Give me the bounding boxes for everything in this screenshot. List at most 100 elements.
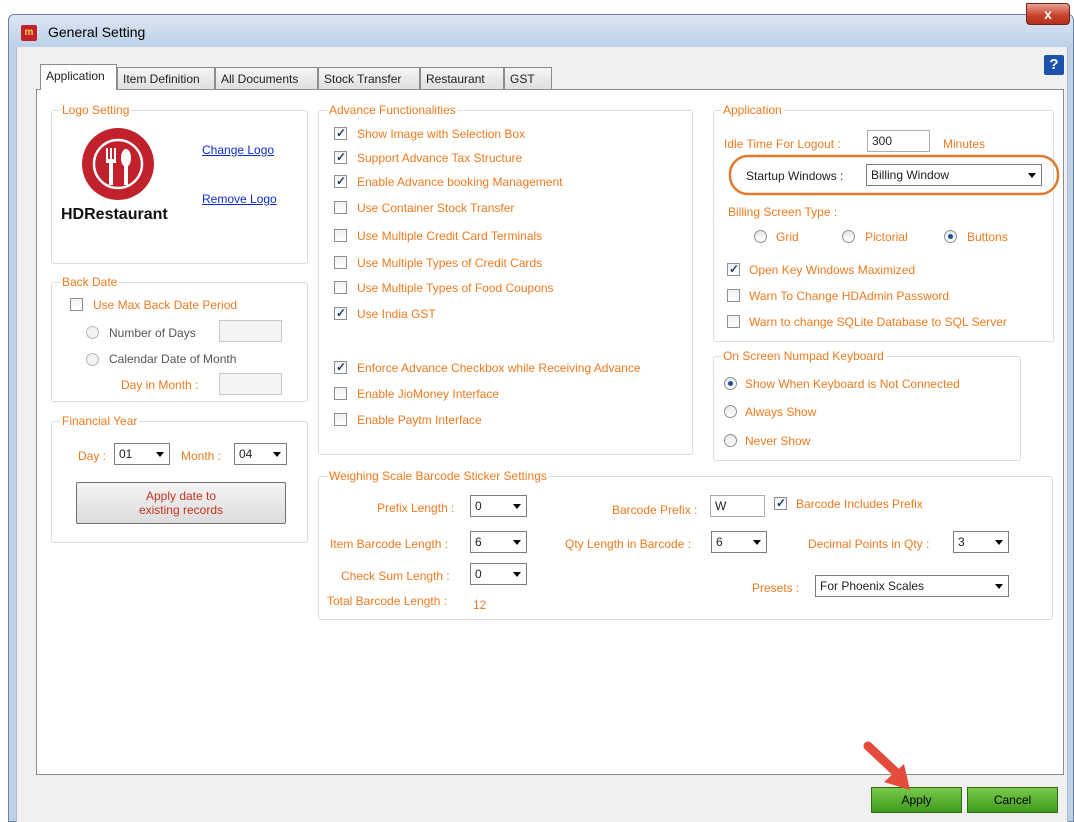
numpad-always-label: Always Show: [745, 405, 817, 419]
warn-hdadmin-checkbox[interactable]: [727, 289, 740, 302]
billing-screen-type-label: Billing Screen Type :: [728, 205, 838, 219]
title-bar[interactable]: [9, 15, 1073, 47]
close-button[interactable]: x: [1026, 3, 1070, 25]
restaurant-logo-icon: [82, 128, 154, 200]
item-barcode-length-select[interactable]: 6: [470, 531, 527, 553]
prefix-length-label: Prefix Length :: [377, 501, 455, 515]
open-key-maximized-label: Open Key Windows Maximized: [749, 263, 916, 277]
calendar-date-label: Calendar Date of Month: [109, 352, 237, 366]
numpad-never-radio[interactable]: [724, 434, 737, 447]
advance-tax-label: Support Advance Tax Structure: [357, 151, 523, 165]
change-logo-link[interactable]: Change Logo: [202, 143, 274, 157]
tab-application[interactable]: Application: [40, 64, 117, 90]
idle-time-label: Idle Time For Logout :: [724, 137, 841, 151]
chevron-down-icon: [990, 576, 1008, 596]
container-stock-checkbox[interactable]: [334, 201, 347, 214]
numpad-legend: On Screen Numpad Keyboard: [721, 349, 886, 363]
chevron-down-icon: [748, 532, 766, 552]
presets-select[interactable]: For Phoenix Scales: [815, 575, 1009, 597]
billing-buttons-radio[interactable]: [944, 230, 957, 243]
qty-length-value: 6: [716, 535, 723, 549]
check-sum-length-value: 0: [475, 567, 482, 581]
barcode-includes-prefix-checkbox[interactable]: [774, 496, 787, 510]
financial-year-legend: Financial Year: [60, 414, 140, 428]
billing-pictorial-radio[interactable]: [842, 230, 855, 243]
presets-value: For Phoenix Scales: [820, 579, 925, 593]
warn-hdadmin-label: Warn To Change HDAdmin Password: [749, 289, 950, 303]
india-gst-label: Use India GST: [357, 307, 436, 321]
fy-month-select[interactable]: 04: [234, 443, 287, 465]
barcode-prefix-input[interactable]: W: [710, 495, 765, 517]
apply-date-button[interactable]: Apply date to existing records: [76, 482, 286, 524]
india-gst-checkbox[interactable]: [334, 306, 347, 320]
idle-time-input[interactable]: 300: [867, 130, 930, 152]
number-of-days-radio[interactable]: [86, 326, 99, 339]
calendar-date-radio[interactable]: [86, 353, 99, 366]
decimal-points-value: 3: [958, 535, 965, 549]
multi-card-types-label: Use Multiple Types of Credit Cards: [357, 256, 543, 270]
application-legend: Application: [721, 103, 784, 117]
advance-booking-checkbox[interactable]: [334, 174, 347, 188]
decimal-points-select[interactable]: 3: [953, 531, 1009, 553]
prefix-length-select[interactable]: 0: [470, 495, 527, 517]
chevron-down-icon: [151, 444, 169, 464]
help-icon[interactable]: ?: [1044, 55, 1064, 75]
pointer-arrow-icon: [863, 741, 910, 790]
qty-length-select[interactable]: 6: [711, 531, 767, 553]
multi-card-terminals-checkbox[interactable]: [334, 229, 347, 242]
enforce-advance-checkbox[interactable]: [334, 360, 347, 374]
idle-time-unit: Minutes: [943, 137, 986, 151]
advance-tax-checkbox[interactable]: [334, 150, 347, 164]
container-stock-label: Use Container Stock Transfer: [357, 201, 515, 215]
advance-functionalities-legend: Advance Functionalities: [327, 103, 458, 117]
numpad-always-radio[interactable]: [724, 405, 737, 418]
fy-day-label: Day :: [78, 449, 107, 463]
prefix-length-value: 0: [475, 499, 482, 513]
tab-item-definition[interactable]: Item Definition: [117, 67, 215, 89]
advance-booking-label: Enable Advance booking Management: [357, 175, 563, 189]
fy-month-value: 04: [239, 447, 253, 461]
item-barcode-length-value: 6: [475, 535, 482, 549]
billing-grid-label: Grid: [776, 230, 799, 244]
barcode-includes-prefix-label: Barcode Includes Prefix: [796, 497, 923, 511]
back-date-legend: Back Date: [60, 275, 120, 289]
day-in-month-label: Day in Month :: [121, 378, 199, 392]
numpad-not-connected-label: Show When Keyboard is Not Connected: [745, 377, 960, 391]
multi-card-types-checkbox[interactable]: [334, 256, 347, 269]
numpad-never-label: Never Show: [745, 434, 811, 448]
multi-card-terminals-label: Use Multiple Credit Card Terminals: [357, 229, 543, 243]
day-in-month-input[interactable]: [219, 373, 282, 395]
use-max-back-date-checkbox[interactable]: [70, 298, 83, 311]
startup-windows-select[interactable]: Billing Window: [866, 164, 1042, 186]
apply-date-line1: Apply date to: [145, 489, 217, 503]
paytm-checkbox[interactable]: [334, 413, 347, 426]
show-image-checkbox[interactable]: [334, 126, 347, 140]
apply-date-line2: existing records: [138, 503, 224, 517]
warn-sqlite-label: Warn to change SQLite Database to SQL Se…: [749, 315, 1007, 329]
total-barcode-length-label: Total Barcode Length :: [327, 594, 448, 608]
presets-label: Presets :: [752, 581, 800, 595]
warn-sqlite-checkbox[interactable]: [727, 315, 740, 328]
qty-length-label: Qty Length in Barcode :: [565, 537, 692, 551]
number-of-days-input[interactable]: [219, 320, 282, 342]
check-sum-length-select[interactable]: 0: [470, 563, 527, 585]
numpad-not-connected-radio[interactable]: [724, 377, 737, 390]
tab-all-documents[interactable]: All Documents: [215, 67, 318, 89]
food-coupons-checkbox[interactable]: [334, 281, 347, 294]
app-icon: m: [21, 25, 37, 41]
chevron-down-icon: [508, 564, 526, 584]
open-key-maximized-checkbox[interactable]: [727, 262, 740, 276]
chevron-down-icon: [268, 444, 286, 464]
use-max-back-date-label: Use Max Back Date Period: [93, 298, 238, 312]
enforce-advance-label: Enforce Advance Checkbox while Receiving…: [357, 361, 641, 375]
billing-grid-radio[interactable]: [754, 230, 767, 243]
remove-logo-link[interactable]: Remove Logo: [202, 192, 277, 206]
tab-restaurant[interactable]: Restaurant: [420, 67, 504, 89]
cancel-button[interactable]: Cancel: [967, 787, 1058, 813]
startup-windows-label: Startup Windows :: [746, 169, 844, 183]
fy-day-select[interactable]: 01: [114, 443, 170, 465]
tab-gst[interactable]: GST: [504, 67, 552, 89]
decimal-points-label: Decimal Points in Qty :: [808, 537, 930, 551]
tab-stock-transfer[interactable]: Stock Transfer: [318, 67, 420, 89]
jiomoney-checkbox[interactable]: [334, 387, 347, 400]
